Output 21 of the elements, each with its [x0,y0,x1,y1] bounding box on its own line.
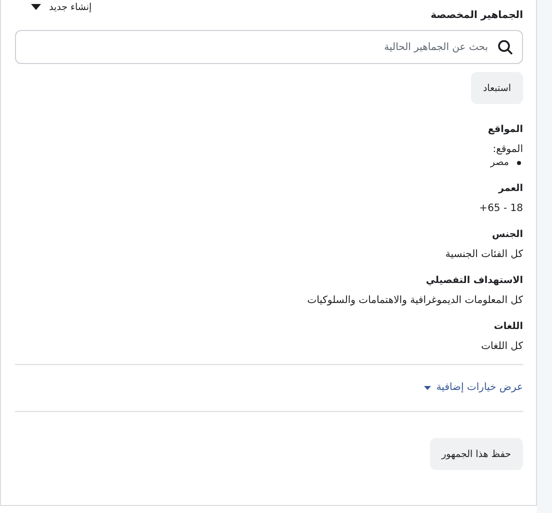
list-item: مصر [490,157,509,168]
section-heading: الجنس [492,229,523,240]
section-value: كل اللغات [481,341,523,352]
caret-icon [31,4,41,11]
search-field[interactable]: بحث عن الجماهير الحالية [15,30,523,64]
section-heading: اللغات [494,321,523,332]
search-icon [497,39,513,55]
section-heading: العمر [498,183,523,194]
section-heading: الاستهداف التفصيلي [426,275,523,286]
bullet-icon [517,160,521,164]
more-options-link[interactable]: عرض خيارات إضافية [424,382,523,393]
create-new-menu[interactable]: إنشاء جديد [31,2,92,13]
section-value: كل المعلومات الديموغرافية والاهتمامات والسلوكيات [307,295,523,306]
section-title: الجماهير المخصصة [430,10,523,21]
section-value: 18 - 65+ [479,203,523,214]
caret-icon [424,386,432,390]
section-heading: المواقع [488,124,523,135]
save-audience-button[interactable]: حفظ هذا الجمهور [430,438,523,470]
section-value: كل الفئات الجنسية [445,249,523,260]
exclude-button[interactable]: استبعاد [470,72,523,104]
field-label: الموقع: [492,144,523,155]
